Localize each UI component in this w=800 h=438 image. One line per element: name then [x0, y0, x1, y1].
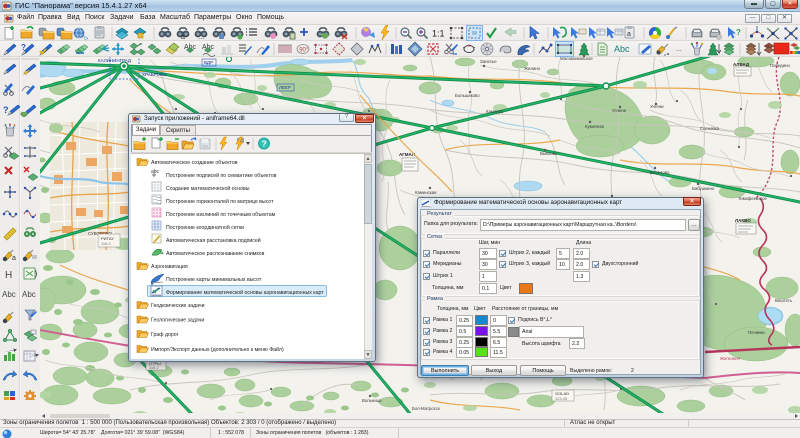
svg-text:Abc: Abc: [614, 44, 630, 54]
svg-text:?: ?: [21, 43, 26, 52]
svg-text:Автоматическое создание объект: Автоматическое создание объектов: [151, 160, 238, 166]
svg-text:Граф дорог: Граф дорог: [151, 332, 179, 338]
svg-text:Жилино: Жилино: [524, 66, 541, 71]
svg-text:Вештеть: Вештеть: [775, 298, 793, 303]
svg-text:Аэронавигация: Аэронавигация: [151, 264, 188, 270]
svg-text:90°: 90°: [299, 48, 309, 54]
svg-text:ЛАКВО: ЛАКВО: [735, 218, 751, 223]
svg-text:116.0: 116.0: [101, 241, 111, 246]
svg-text:ВДР: ВДР: [204, 60, 213, 65]
svg-text:abc: abc: [151, 169, 160, 175]
svg-text:Залесье: Залесье: [480, 59, 497, 64]
svg-text:Железнич: Железнич: [720, 356, 740, 361]
svg-text:Каменская: Каменская: [415, 190, 437, 195]
svg-text:Починки: Починки: [748, 330, 765, 335]
svg-text:Импорт/Экспорт данных (дополни: Импорт/Экспорт данных (дополнительно к м…: [151, 346, 284, 353]
svg-text:?: ?: [262, 139, 267, 149]
svg-text:Большаково: Большаково: [455, 93, 480, 98]
svg-text:ЛЕЕР: ЛЕЕР: [279, 85, 291, 90]
svg-text:H: H: [5, 270, 12, 281]
svg-text:ХРАБРОВО: ХРАБРОВО: [142, 72, 167, 77]
svg-text:Abc: Abc: [2, 290, 16, 299]
svg-text:Автоматическое распознавание с: Автоматическое распознавание снимков: [166, 251, 265, 257]
svg-text:Успени: Успени: [612, 108, 627, 113]
svg-text:1:1: 1:1: [432, 29, 445, 39]
svg-text:Маломожайское: Маломожайское: [560, 57, 593, 61]
svg-text:Каменка: Каменка: [486, 109, 504, 114]
svg-text:КАЛИНИНГРАД: КАЛИНИНГРАД: [98, 58, 131, 63]
svg-text:123.45: 123.45: [555, 396, 568, 401]
svg-text:Построение координатной сетки: Построение координатной сетки: [166, 224, 244, 231]
svg-text:Весёлово: Весёлово: [650, 170, 670, 175]
svg-text:Кумачево: Кумачево: [585, 124, 605, 129]
svg-text:Геологические задачи: Геологические задачи: [151, 318, 204, 324]
svg-text:Построение горизонталей по мат: Построение горизонталей по матрице высот: [166, 198, 274, 205]
svg-text:Геодезические задачи: Геодезические задачи: [151, 303, 205, 309]
svg-text:Победино: Победино: [770, 63, 790, 68]
svg-text:Построение карты минимальных в: Построение карты минимальных высот: [166, 277, 262, 283]
svg-text:Построение изолиний по точечны: Построение изолиний по точечным объектам: [166, 211, 276, 218]
svg-text:?: ?: [3, 105, 9, 115]
svg-text:a: a: [181, 34, 185, 41]
svg-text:Тимофеевское: Тимофеевское: [738, 196, 768, 201]
svg-text:АЛВАД: АЛВАД: [733, 62, 750, 67]
svg-text:Вьюхово: Вьюхово: [540, 151, 558, 156]
svg-text:...: ...: [676, 46, 682, 53]
svg-text:Сосновка: Сосновка: [700, 126, 720, 131]
svg-text:Автоматическая расстановка под: Автоматическая расстановка подписей: [166, 237, 261, 244]
svg-text:Бол-Матросск: Бол-Матросск: [412, 406, 440, 411]
svg-text:Унгени: Унгени: [650, 104, 664, 109]
svg-text:Abc: Abc: [22, 290, 36, 299]
svg-text:a: a: [12, 255, 16, 262]
svg-text:Создание математической основы: Создание математической основы: [166, 185, 250, 192]
svg-text:Построение подписей по семанти: Построение подписей по семантике объекто…: [166, 172, 277, 179]
svg-text:118.2: 118.2: [149, 365, 159, 370]
svg-text:?: ?: [736, 28, 741, 37]
svg-text:Вольница: Вольница: [362, 398, 382, 403]
svg-text:Формирование математической ос: Формирование математической основы аэрон…: [166, 289, 324, 296]
svg-text:a: a: [627, 31, 631, 38]
svg-text:Бабушкино: Бабушкино: [692, 186, 715, 191]
